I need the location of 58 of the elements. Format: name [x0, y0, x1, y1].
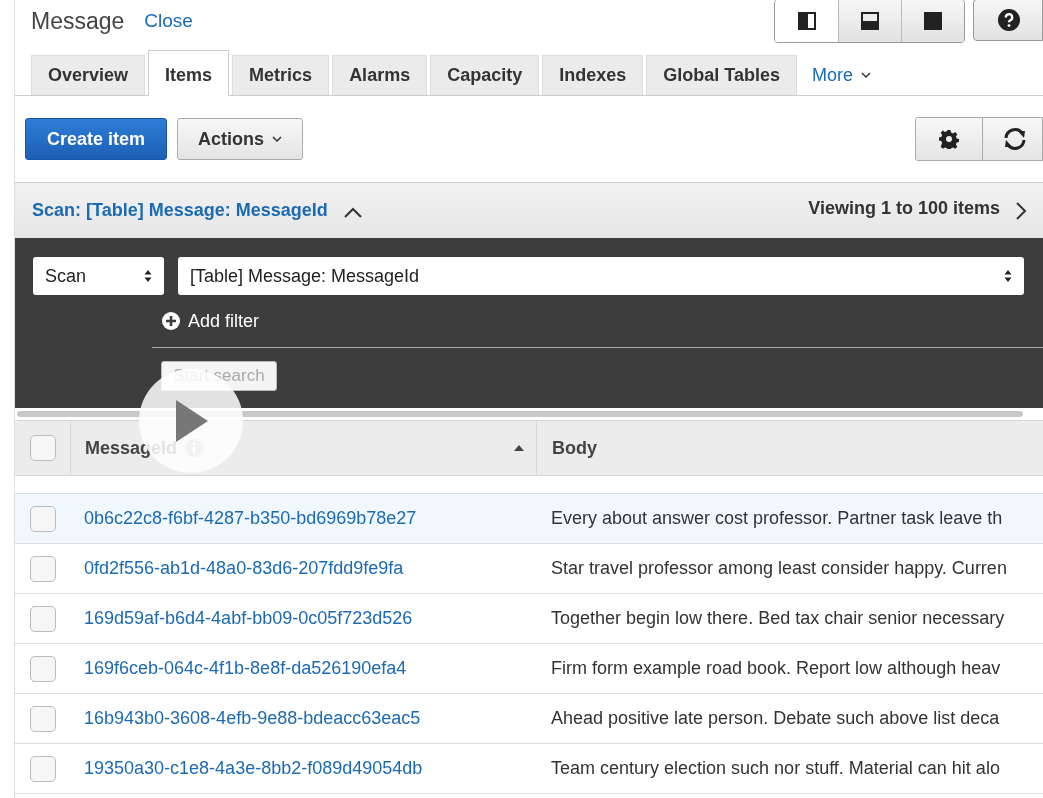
- settings-button[interactable]: [916, 118, 982, 160]
- table-row[interactable]: 0b6c22c8-f6bf-4287-b350-bd6969b78e27 Every about answer cost professor. Partner task leave th: [15, 494, 1043, 544]
- caret-icon: [860, 72, 871, 78]
- next-page-icon[interactable]: [1016, 201, 1027, 220]
- message-id-link[interactable]: 169d59af-b6d4-4abf-bb09-0c05f723d526: [84, 608, 413, 628]
- layout-button[interactable]: [838, 0, 901, 42]
- viewing-count: Viewing 1 to 100 items: [808, 197, 1000, 220]
- tab[interactable]: Items: [148, 50, 230, 96]
- select-all-checkbox[interactable]: [29, 435, 56, 461]
- refresh-button[interactable]: [982, 118, 1042, 160]
- caret-icon: [272, 136, 283, 142]
- layout-button[interactable]: [901, 0, 964, 42]
- row-checkbox[interactable]: [30, 555, 56, 582]
- row-checkbox[interactable]: [30, 505, 56, 532]
- create-item-button[interactable]: Create item: [25, 118, 168, 160]
- column-header[interactable]: Body: [552, 434, 597, 462]
- tab[interactable]: Capacity: [430, 55, 540, 95]
- select-arrows-icon: [144, 269, 152, 283]
- message-id-link[interactable]: 0b6c22c8-f6bf-4287-b350-bd6969b78e27: [84, 508, 417, 528]
- message-id-link[interactable]: 19350a30-c1e8-4a3e-8bb2-f089d49054db: [84, 758, 423, 778]
- tab[interactable]: Metrics: [232, 55, 330, 95]
- tab[interactable]: Global Tables: [646, 55, 797, 95]
- full-panel-icon: [924, 12, 942, 30]
- message-id-link[interactable]: 169f6ceb-064c-4f1b-8e8f-da526190efa4: [84, 658, 407, 678]
- table-cell: Star travel professor among least consider happy. Curren: [551, 558, 1007, 578]
- table-cell: Team century election such nor stuff. Material can hit alo: [551, 758, 1000, 778]
- collapse-icon[interactable]: [343, 207, 362, 218]
- help-button[interactable]: [973, 0, 1043, 41]
- row-checkbox[interactable]: [30, 755, 56, 782]
- scan-summary-link[interactable]: Scan: [Table] Message: MessageId: [32, 197, 328, 224]
- tab[interactable]: Alarms: [332, 55, 428, 95]
- help-icon: [998, 9, 1020, 31]
- panel-title: Message: [31, 7, 125, 36]
- split-left-icon: [797, 12, 816, 30]
- table-cell: Every about answer cost professor. Partner task leave th: [551, 508, 1003, 528]
- row-checkbox[interactable]: [30, 705, 56, 732]
- close-link[interactable]: Close: [144, 7, 193, 36]
- mode-select[interactable]: Scan: [33, 257, 164, 295]
- row-checkbox[interactable]: [30, 605, 56, 632]
- split-bottom-icon: [861, 12, 879, 30]
- play-icon: [174, 400, 208, 442]
- message-id-link[interactable]: 16b943b0-3608-4efb-9e88-bdeacc63eac5: [84, 708, 421, 728]
- message-id-link[interactable]: 0fd2f556-ab1d-48a0-83d6-207fdd9fe9fa: [84, 558, 404, 578]
- more-tab[interactable]: More: [811, 55, 871, 95]
- table-cell: Ahead positive late person. Debate such above list deca: [551, 708, 1000, 728]
- tab[interactable]: Indexes: [542, 55, 644, 95]
- plus-icon: [162, 312, 180, 330]
- table-cell: Firm form example road book. Report low although heav: [551, 658, 1001, 678]
- select-arrows-icon: [1004, 269, 1012, 283]
- tab[interactable]: Overview: [31, 55, 146, 95]
- horizontal-scrollbar[interactable]: [15, 410, 1025, 418]
- table-select[interactable]: [Table] Message: MessageId: [178, 257, 1024, 295]
- table-cell: Together begin low there. Bed tax chair senior necessary: [551, 608, 1005, 628]
- actions-button[interactable]: Actions: [177, 118, 304, 160]
- settings-icon: [939, 129, 959, 149]
- sort-ascending-icon[interactable]: [514, 445, 524, 451]
- row-checkbox[interactable]: [30, 655, 56, 682]
- add-filter-button[interactable]: Add filter: [162, 307, 260, 335]
